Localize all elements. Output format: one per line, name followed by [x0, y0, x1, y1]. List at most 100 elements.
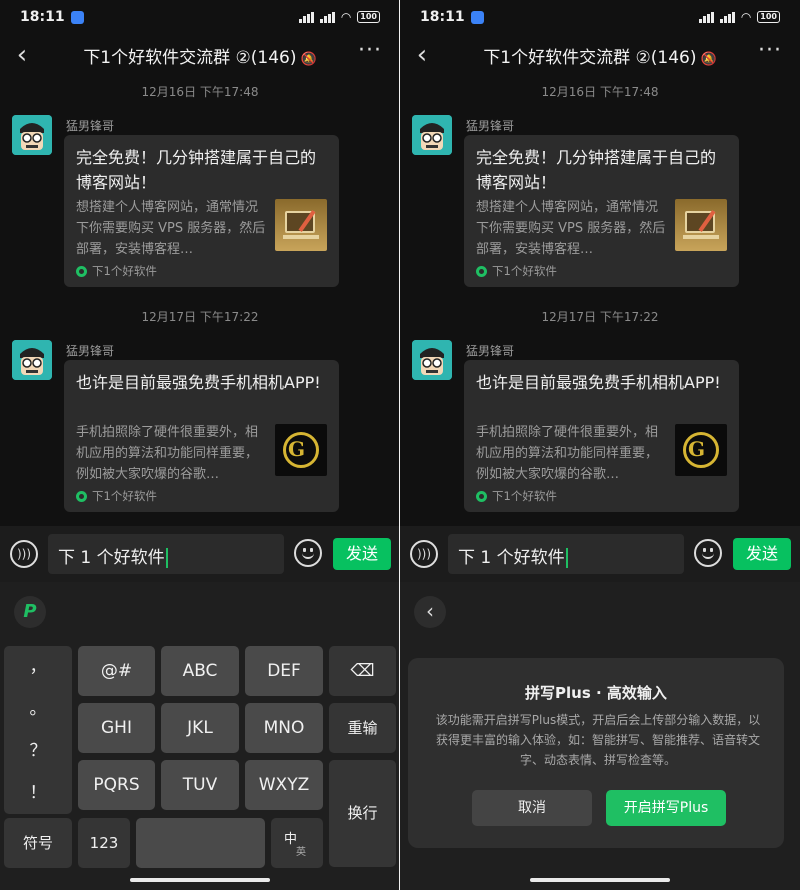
emoji-icon[interactable]	[694, 539, 722, 567]
punct-key[interactable]: ？	[4, 730, 72, 772]
notification-icon	[70, 10, 84, 24]
emoji-icon[interactable]	[294, 539, 322, 567]
card-source: 下1个好软件	[76, 488, 157, 504]
status-bar: 18:11 ◠ 100	[400, 0, 800, 34]
key-abc[interactable]: ABC	[161, 646, 239, 696]
message-input[interactable]: 下 1 个好软件	[48, 534, 284, 574]
sender-name: 猛男锋哥	[66, 119, 115, 133]
avatar[interactable]	[412, 115, 452, 155]
key-tuv[interactable]: TUV	[161, 760, 239, 810]
source-icon	[476, 265, 487, 277]
spell-plus-dialog: 拼写Plus · 高效输入 该功能需开启拼写Plus模式，开启后会上传部分输入数…	[408, 658, 784, 848]
key-ghi[interactable]: GHI	[78, 703, 155, 753]
key-wxyz[interactable]: WXYZ	[245, 760, 323, 810]
voice-icon[interactable]: )))	[10, 540, 38, 568]
newline-key[interactable]: 换行	[329, 760, 396, 867]
card-source: 下1个好软件	[476, 263, 557, 279]
sender-name: 猛男锋哥	[466, 344, 515, 358]
card-title: 也许是目前最强免费手机相机APP!	[76, 373, 321, 392]
card-description: 手机拍照除了硬件很重要外，相机应用的算法和功能同样重要，例如被大家吹爆的谷歌…	[476, 425, 659, 482]
reenter-key[interactable]: 重输	[329, 703, 396, 753]
mute-bell-icon: 🔕	[700, 52, 717, 67]
card-source: 下1个好软件	[76, 263, 157, 279]
backspace-icon[interactable]: ⌫	[329, 646, 396, 696]
lang-switch-key[interactable]: 中 英	[271, 818, 323, 868]
right-screen: 18:11 ◠ 100 ‹ 下1个好软件交流群 ②(146) 🔕 ··· 12月1…	[400, 0, 800, 890]
dialog-body: 该功能需开启拼写Plus模式，开启后会上传部分输入数据，以获得更丰富的输入体验，…	[435, 713, 761, 767]
blog-thumbnail	[275, 199, 327, 251]
chat-header: ‹ 下1个好软件交流群 ②(146) 🔕 ···	[0, 34, 400, 74]
key-symbols-at[interactable]: @#	[78, 646, 155, 696]
chat-title: 下1个好软件交流群 ②(146) 🔕	[83, 48, 317, 68]
timestamp: 12月16日 下午17:48	[541, 85, 659, 99]
message-list[interactable]: 12月16日 下午17:48 猛男锋哥 完全免费！几分钟搭建属于自己的博客网站！…	[400, 74, 800, 526]
timestamp: 12月17日 下午17:22	[141, 310, 259, 324]
source-icon	[76, 265, 87, 277]
message-list[interactable]: 12月16日 下午17:48 猛男锋哥 完全免费！几分钟搭建属于自己的博客网站！…	[0, 74, 400, 526]
source-icon	[76, 490, 87, 502]
spell-plus-logo-icon[interactable]: P	[14, 596, 46, 628]
enable-spell-plus-button[interactable]: 开启拼写Plus	[606, 790, 726, 826]
signal-icon	[698, 11, 714, 23]
sender-name: 猛男锋哥	[66, 344, 115, 358]
more-icon[interactable]: ···	[758, 38, 782, 63]
key-def[interactable]: DEF	[245, 646, 323, 696]
source-icon	[476, 490, 487, 502]
punct-key[interactable]: ！	[4, 772, 72, 814]
timestamp: 12月17日 下午17:22	[541, 310, 659, 324]
link-card[interactable]: 完全免费！几分钟搭建属于自己的博客网站！ 想搭建个人博客网站，通常情况下你需要购…	[64, 135, 339, 287]
punct-key[interactable]: ，	[4, 646, 72, 688]
more-icon[interactable]: ···	[358, 38, 382, 63]
punct-key[interactable]: 。	[4, 688, 72, 730]
blog-thumbnail	[675, 199, 727, 251]
keyboard: P ， 。 ？ ！ @# ABC DEF ⌫ GHI JKL MNO 重输 PQ…	[0, 582, 400, 890]
keyboard-panel: ‹ 拼写Plus · 高效输入 该功能需开启拼写Plus模式，开启后会上传部分输…	[400, 582, 800, 890]
sender-name: 猛男锋哥	[466, 119, 515, 133]
symbols-key[interactable]: 符号	[4, 818, 72, 868]
home-indicator[interactable]	[130, 878, 270, 882]
numbers-key[interactable]: 123	[78, 818, 130, 868]
timestamp: 12月16日 下午17:48	[141, 85, 259, 99]
voice-icon[interactable]: )))	[410, 540, 438, 568]
space-key[interactable]	[136, 818, 265, 868]
signal-icon	[319, 11, 335, 23]
input-bar: ))) 下 1 个好软件 发送	[400, 526, 800, 582]
status-time: 18:11	[420, 9, 465, 25]
status-time: 18:11	[20, 9, 65, 25]
key-pqrs[interactable]: PQRS	[78, 760, 155, 810]
back-chevron-icon[interactable]: ‹	[414, 596, 446, 628]
mute-bell-icon: 🔕	[300, 52, 317, 67]
chat-title: 下1个好软件交流群 ②(146) 🔕	[483, 48, 717, 68]
link-card[interactable]: 也许是目前最强免费手机相机APP! 手机拍照除了硬件很重要外，相机应用的算法和功…	[64, 360, 339, 512]
avatar[interactable]	[12, 115, 52, 155]
text-caret	[165, 548, 168, 568]
signal-icon	[719, 11, 735, 23]
home-indicator[interactable]	[530, 878, 670, 882]
card-description: 想搭建个人博客网站，通常情况下你需要购买 VPS 服务器，然后部署，安装博客程…	[476, 200, 666, 257]
punctuation-list[interactable]: ， 。 ？ ！	[4, 646, 72, 814]
card-description: 手机拍照除了硬件很重要外，相机应用的算法和功能同样重要，例如被大家吹爆的谷歌…	[76, 425, 259, 482]
battery-icon: 100	[357, 11, 380, 23]
cancel-button[interactable]: 取消	[472, 790, 592, 826]
left-screen: 18:11 ◠ 100 ‹ 下1个好软件交流群 ②(146) 🔕 ··· 12月1…	[0, 0, 400, 890]
status-bar: 18:11 ◠ 100	[0, 0, 400, 34]
send-button[interactable]: 发送	[733, 538, 791, 570]
link-card[interactable]: 完全免费！几分钟搭建属于自己的博客网站！ 想搭建个人博客网站，通常情况下你需要购…	[464, 135, 739, 287]
camera-app-thumbnail: G	[675, 424, 727, 476]
message-input[interactable]: 下 1 个好软件	[448, 534, 684, 574]
send-button[interactable]: 发送	[333, 538, 391, 570]
link-card[interactable]: 也许是目前最强免费手机相机APP! 手机拍照除了硬件很重要外，相机应用的算法和功…	[464, 360, 739, 512]
card-title: 完全免费！几分钟搭建属于自己的博客网站！	[476, 148, 717, 192]
avatar[interactable]	[412, 340, 452, 380]
input-bar: ))) 下 1 个好软件 发送	[0, 526, 400, 582]
key-jkl[interactable]: JKL	[161, 703, 239, 753]
notification-icon	[470, 10, 484, 24]
card-title: 也许是目前最强免费手机相机APP!	[476, 373, 721, 392]
card-title: 完全免费！几分钟搭建属于自己的博客网站！	[76, 148, 317, 192]
card-description: 想搭建个人博客网站，通常情况下你需要购买 VPS 服务器，然后部署，安装博客程…	[76, 200, 266, 257]
avatar[interactable]	[12, 340, 52, 380]
wifi-icon: ◠	[740, 10, 752, 24]
battery-icon: 100	[757, 11, 780, 23]
camera-app-thumbnail: G	[275, 424, 327, 476]
key-mno[interactable]: MNO	[245, 703, 323, 753]
